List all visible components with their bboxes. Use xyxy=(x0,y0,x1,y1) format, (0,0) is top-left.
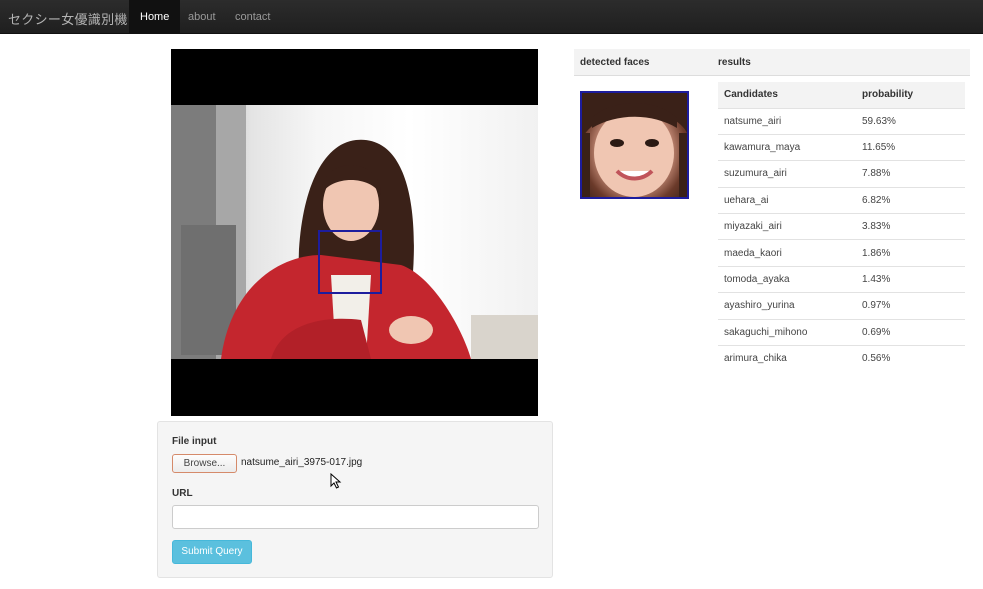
brand-title[interactable]: セクシー女優識別機 xyxy=(8,9,128,28)
candidate-name: arimura_chika xyxy=(718,345,856,372)
candidate-name: maeda_kaori xyxy=(718,239,856,267)
table-row: miyazaki_airi 3.83% xyxy=(718,213,965,240)
detected-face-box xyxy=(318,230,382,294)
table-row: natsume_airi 59.63% xyxy=(718,107,965,135)
column-header-candidates: Candidates xyxy=(718,82,856,108)
submit-query-button[interactable]: Submit Query xyxy=(172,540,252,564)
column-header-probability: probability xyxy=(856,82,965,108)
table-row: tomoda_ayaka 1.43% xyxy=(718,265,965,293)
candidate-probability: 3.83% xyxy=(856,213,965,240)
table-row: suzumura_airi 7.88% xyxy=(718,160,965,188)
candidate-probability: 59.63% xyxy=(856,107,965,135)
table-row: maeda_kaori 1.86% xyxy=(718,239,965,267)
results-header: detected faces results xyxy=(574,49,970,76)
browse-button[interactable]: Browse... xyxy=(172,454,237,473)
candidate-name: miyazaki_airi xyxy=(718,213,856,240)
candidate-probability: 0.69% xyxy=(856,318,965,346)
detected-faces-heading: detected faces xyxy=(580,57,650,68)
candidate-name: kawamura_maya xyxy=(718,133,856,161)
url-input[interactable] xyxy=(172,505,539,529)
table-row: sakaguchi_mihono 0.69% xyxy=(718,318,965,346)
nav-item-contact[interactable]: contact xyxy=(224,0,281,34)
candidate-name: ayashiro_yurina xyxy=(718,292,856,320)
results-heading: results xyxy=(718,57,751,68)
navbar: セクシー女優識別機 Home about contact xyxy=(0,0,983,34)
candidate-name: uehara_ai xyxy=(718,186,856,214)
selected-file-name: natsume_airi_3975-017.jpg xyxy=(241,457,363,468)
candidate-name: tomoda_ayaka xyxy=(718,265,856,293)
table-row: uehara_ai 6.82% xyxy=(718,186,965,214)
candidate-probability: 1.86% xyxy=(856,239,965,267)
candidate-probability: 7.88% xyxy=(856,160,965,188)
detected-face-thumbnail xyxy=(580,91,689,199)
candidate-probability: 0.97% xyxy=(856,292,965,320)
candidate-name: sakaguchi_mihono xyxy=(718,318,856,346)
table-row: kawamura_maya 11.65% xyxy=(718,133,965,161)
nav-item-about[interactable]: about xyxy=(177,0,227,34)
url-label: URL xyxy=(172,488,193,499)
table-header-row: Candidates probability xyxy=(718,82,965,108)
candidate-name: suzumura_airi xyxy=(718,160,856,188)
table-row: ayashiro_yurina 0.97% xyxy=(718,292,965,320)
uploaded-photo xyxy=(171,105,538,359)
uploaded-image-panel xyxy=(171,49,538,416)
face-thumbnail-illustration xyxy=(582,93,687,197)
file-input-label: File input xyxy=(172,436,217,447)
upload-form: File input Browse... natsume_airi_3975-0… xyxy=(157,421,553,578)
candidate-probability: 6.82% xyxy=(856,186,965,214)
candidate-probability: 0.56% xyxy=(856,345,965,372)
nav-item-home[interactable]: Home xyxy=(129,0,181,34)
table-row: arimura_chika 0.56% xyxy=(718,345,965,372)
candidate-probability: 11.65% xyxy=(856,133,965,161)
candidate-probability: 1.43% xyxy=(856,265,965,293)
candidate-name: natsume_airi xyxy=(718,107,856,135)
candidates-table: Candidates probability natsume_airi 59.63… xyxy=(718,82,965,372)
mouse-cursor-icon xyxy=(330,473,342,489)
